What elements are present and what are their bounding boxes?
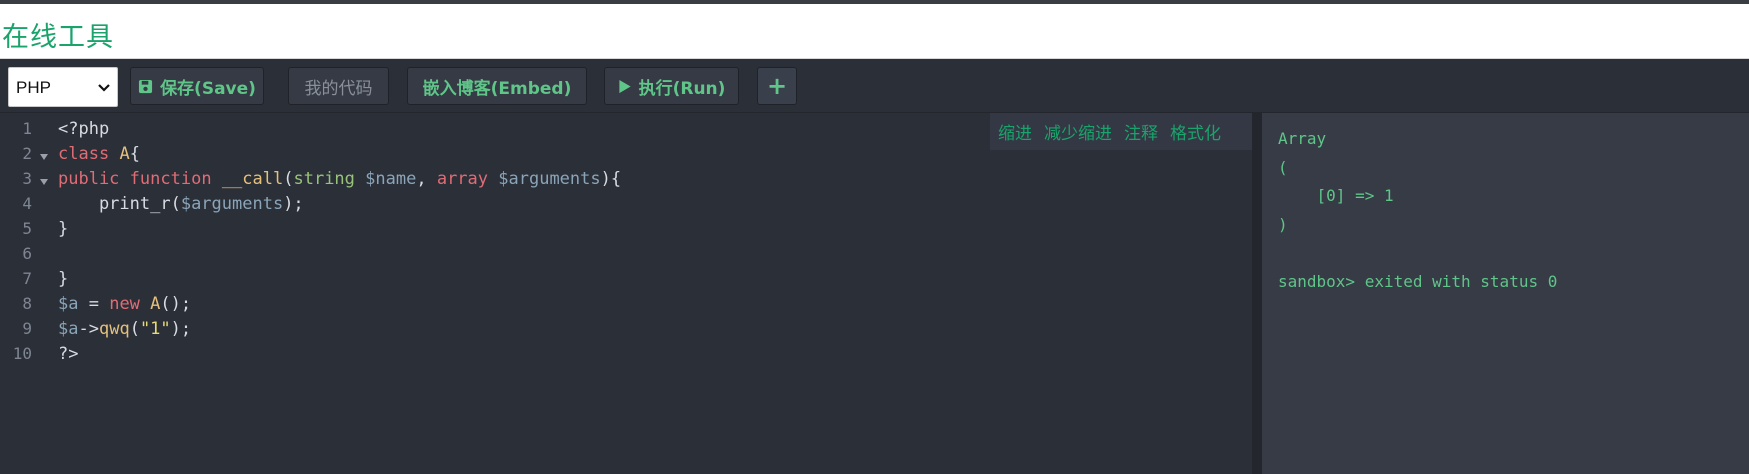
- line-number-text: 1: [22, 119, 32, 138]
- pane-divider[interactable]: [1252, 113, 1262, 474]
- run-button-label: 执行(Run): [638, 78, 726, 99]
- floppy-disk-icon: [139, 79, 153, 93]
- code-token: }: [58, 269, 69, 289]
- code-token: qwq: [98, 319, 130, 339]
- line-number: 2: [0, 144, 40, 169]
- output-line: ): [1278, 214, 1288, 234]
- code-token: ,: [416, 169, 437, 189]
- line-number: 5: [0, 219, 40, 244]
- code-token: $a: [58, 294, 79, 314]
- play-icon: [618, 79, 631, 93]
- code-token: $a: [58, 319, 79, 339]
- code-token: A: [119, 144, 130, 164]
- code-token: );: [170, 319, 192, 339]
- line-number-text: 7: [22, 269, 32, 288]
- code-line: class A{: [58, 144, 140, 169]
- line-number: 6: [0, 244, 40, 269]
- code-line: public function __call(string $name, arr…: [58, 169, 621, 194]
- editor-actions-bar: 缩进 减少缩进 注释 格式化: [990, 113, 1252, 150]
- line-number-text: 4: [22, 194, 32, 213]
- my-code-button[interactable]: 我的代码: [288, 67, 389, 105]
- format-action[interactable]: 格式化: [1170, 119, 1221, 144]
- output-panel: Array ( [0] => 1) sandbox> exited with sta…: [1262, 113, 1749, 474]
- line-number-text: 10: [12, 344, 32, 363]
- language-select-value: PHP: [16, 78, 51, 97]
- code-token: (: [129, 319, 140, 339]
- code-line: $a = new A();: [58, 294, 191, 319]
- output-line: [0] => 1: [1278, 186, 1394, 205]
- save-button[interactable]: 保存(Save): [130, 67, 264, 105]
- output-line: sandbox> exited with status 0: [1278, 271, 1558, 291]
- language-select[interactable]: PHP: [8, 67, 118, 107]
- code-token: "1": [139, 319, 171, 339]
- code-token: A: [150, 294, 161, 314]
- code-token: ?>: [58, 344, 79, 364]
- add-button[interactable]: +: [757, 67, 797, 105]
- indent-action[interactable]: 缩进: [998, 119, 1032, 144]
- code-token: function: [129, 169, 212, 189]
- code-token: new: [109, 294, 140, 314]
- code-token: );: [283, 194, 304, 214]
- code-token: }: [58, 219, 69, 239]
- code-token: __call: [221, 169, 284, 189]
- code-token: $arguments: [498, 169, 601, 189]
- fold-arrow-icon[interactable]: [39, 177, 49, 187]
- line-number-text: 5: [22, 219, 32, 238]
- code-token: print_r(: [58, 194, 181, 214]
- line-number-text: 2: [22, 144, 32, 163]
- code-line: ?>: [58, 344, 78, 369]
- line-number: 3: [0, 169, 40, 194]
- line-number-text: 6: [22, 244, 32, 263]
- code-token: class: [58, 144, 110, 164]
- code-token: ){: [600, 169, 622, 189]
- line-number-text: 9: [22, 319, 32, 338]
- chevron-down-icon: [98, 84, 110, 92]
- code-token: (: [283, 169, 294, 189]
- line-number: 4: [0, 194, 40, 219]
- embed-button-label: 嵌入博客(Embed): [422, 78, 572, 99]
- code-token: {: [129, 144, 140, 164]
- code-token: $name: [365, 169, 417, 189]
- code-line: $a->qwq("1");: [58, 319, 191, 344]
- code-editor[interactable]: 1 2 3 4 5 6 7 8 9 10 <?php class A{public function…: [0, 113, 1252, 474]
- embed-button[interactable]: 嵌入博客(Embed): [407, 67, 587, 105]
- output-line: Array: [1278, 129, 1327, 148]
- code-line: <?php: [58, 119, 109, 144]
- line-number-text: 8: [22, 294, 32, 313]
- code-line: print_r($arguments);: [58, 194, 304, 219]
- outdent-action[interactable]: 减少缩进: [1044, 119, 1112, 144]
- toolbar: PHP 保存(Save) 我的代码 嵌入博客(Embed) 执行(Run) +: [0, 59, 1749, 113]
- run-button[interactable]: 执行(Run): [604, 67, 739, 105]
- my-code-button-label: 我的代码: [304, 78, 373, 99]
- code-token: ();: [160, 294, 192, 314]
- line-number: 8: [0, 294, 40, 319]
- code-token: ->: [78, 319, 99, 339]
- line-number: 10: [0, 344, 40, 369]
- line-number: 1: [0, 119, 40, 144]
- line-number-text: 3: [22, 169, 32, 188]
- code-token: =: [78, 294, 110, 314]
- code-token: <?php: [58, 119, 110, 139]
- plus-icon: +: [766, 72, 788, 100]
- page-title: 在线工具: [2, 22, 114, 53]
- output-line: (: [1278, 157, 1288, 177]
- code-token: public: [58, 169, 120, 189]
- line-number: 9: [0, 319, 40, 344]
- code-token: $arguments: [180, 194, 284, 214]
- save-button-label: 保存(Save): [160, 78, 256, 99]
- line-number: 7: [0, 269, 40, 294]
- code-line: }: [58, 269, 68, 294]
- code-token: string: [293, 169, 355, 189]
- code-line: }: [58, 219, 68, 244]
- title-bar: 在线工具: [0, 4, 1749, 59]
- comment-action[interactable]: 注释: [1124, 119, 1158, 144]
- fold-arrow-icon[interactable]: [39, 152, 49, 162]
- code-token: array: [436, 169, 489, 189]
